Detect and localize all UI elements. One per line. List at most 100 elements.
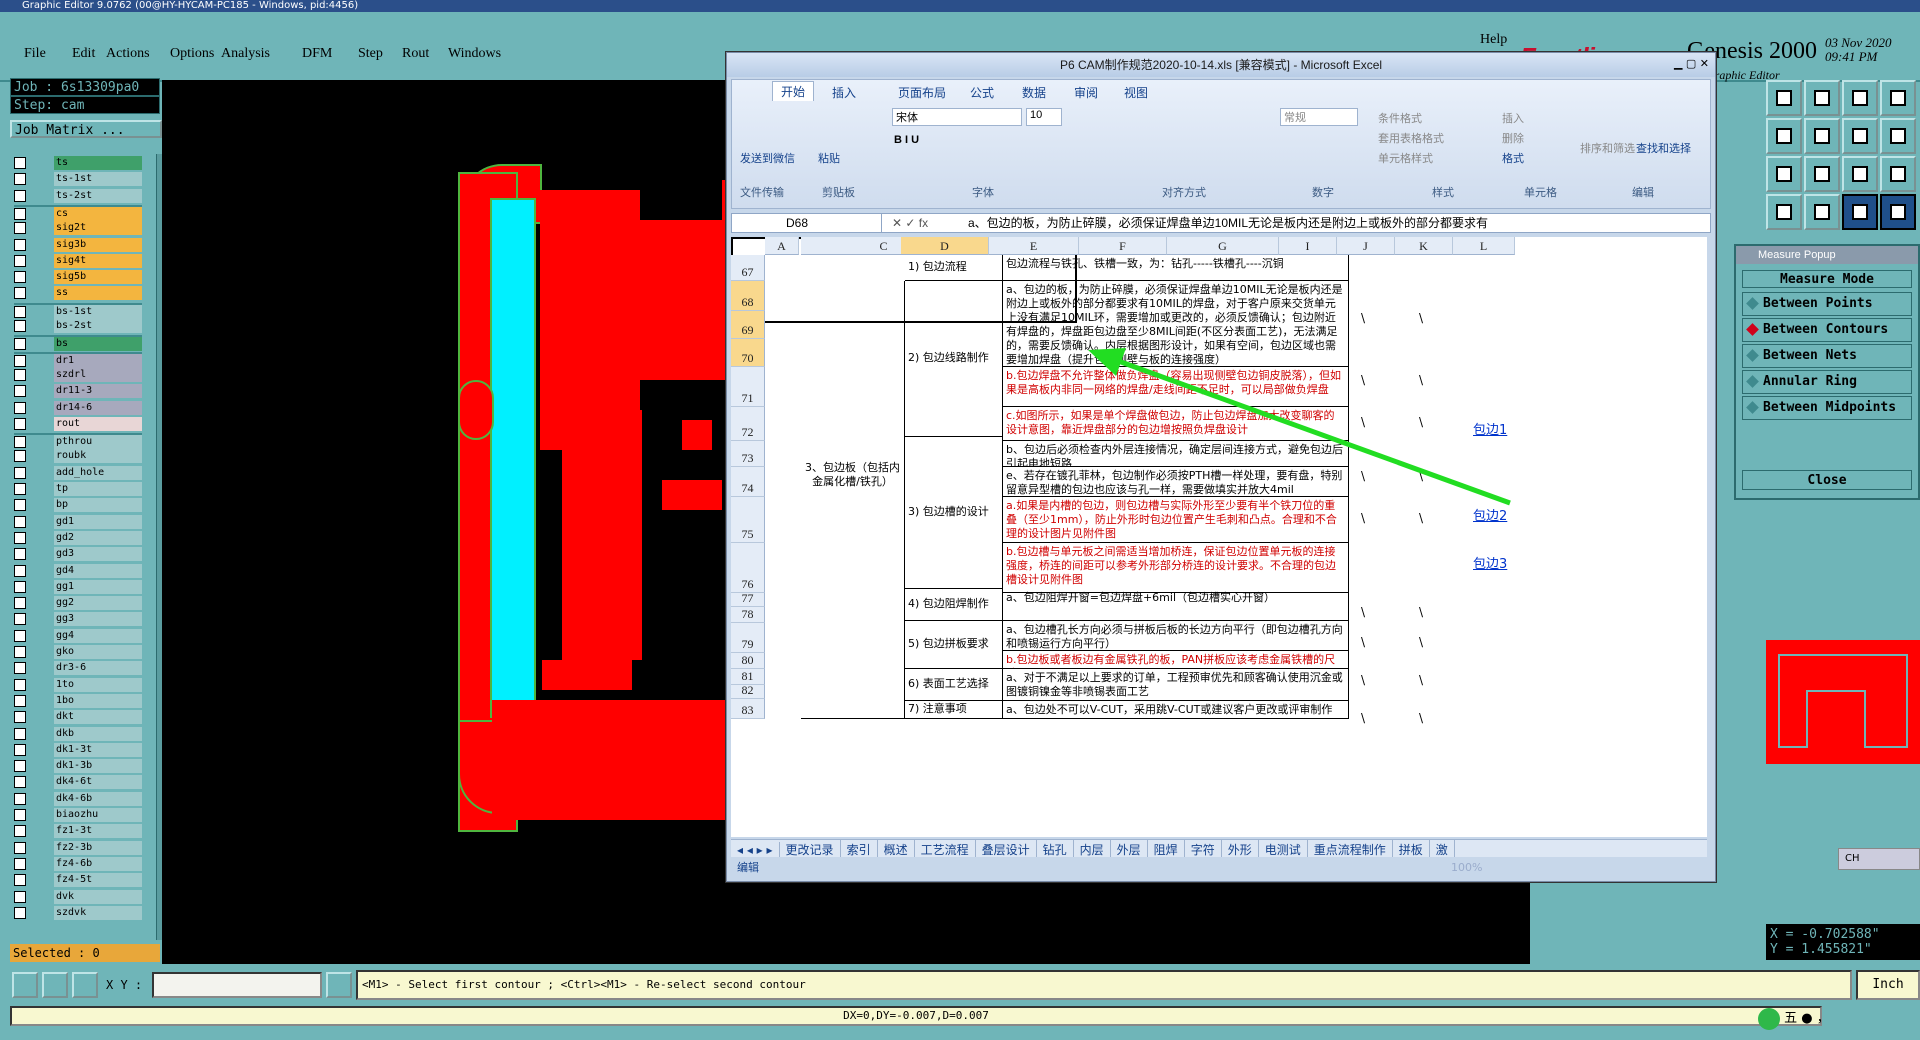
layer-checkbox[interactable] [14,189,26,202]
layer-row[interactable]: dr14-6 [14,400,142,415]
layer-row[interactable]: dr11-3 [14,384,142,399]
tool-2-3-icon[interactable] [1880,156,1916,192]
row-header[interactable]: 77 [731,592,765,607]
insert-button[interactable]: 插入 [1502,110,1524,126]
layer-checkbox[interactable] [14,727,26,740]
layer-checkbox[interactable] [14,629,26,642]
column-header-D[interactable]: D [901,237,989,255]
layer-checkbox[interactable] [14,401,26,414]
layer-checkbox[interactable] [14,466,26,479]
sheet-tab[interactable]: 电测试 [1259,840,1308,857]
content-cell[interactable]: a、包边的板，为防止碎膜，必须保证焊盘单边10MIL无论是板内还是附边上或板外的… [1003,281,1349,367]
section-label[interactable]: 4) 包边阻焊制作 [905,589,1003,621]
mini-map[interactable] [1766,640,1920,764]
layer-row[interactable]: ts-1st [14,172,142,187]
layer-checkbox[interactable] [14,809,26,821]
menu-windows[interactable]: Windows [448,46,501,62]
tool-3-2-icon[interactable] [1842,194,1878,230]
layer-row[interactable]: gg1 [14,579,142,594]
layer-row[interactable]: dr1 [14,351,142,368]
layer-checkbox[interactable] [14,694,26,707]
layer-checkbox[interactable] [14,776,26,789]
sheet-tab[interactable]: 内层 [1074,840,1111,857]
measure-option[interactable]: Between Nets [1742,344,1912,368]
tab-5[interactable]: 审阅 [1074,84,1098,101]
sheet-tab[interactable]: 更改记录 [780,840,841,857]
tray-app-icon[interactable] [1758,1007,1780,1030]
layer-row[interactable]: ts-2st [14,188,142,203]
layer-row[interactable]: tp [14,482,142,496]
column-header-J[interactable]: J [1337,237,1395,255]
tab-3[interactable]: 公式 [970,84,994,101]
layer-row[interactable]: dvk [14,889,142,904]
layer-row[interactable]: 1bo [14,693,142,708]
layer-checkbox[interactable] [14,207,26,220]
row-header[interactable]: 70 [731,339,765,367]
table-format-button[interactable]: 套用表格格式 [1378,130,1444,146]
spreadsheet-grid[interactable]: ABCDEFGIJKL67686970717273747576777879808… [731,237,1707,837]
layer-row[interactable]: dkb [14,726,142,741]
layer-row[interactable]: gd3 [14,547,142,562]
row-header[interactable]: 71 [731,367,765,407]
layer-row[interactable]: ss [14,286,142,301]
help-menu[interactable]: Help [1480,32,1507,48]
content-cell[interactable]: b.包边板或者板边有金属铁孔的板，PAN拼板应该考虑金属铁槽的尺寸 [1003,651,1349,669]
sort-filter-button[interactable]: 排序和筛选 [1580,140,1635,156]
layer-checkbox[interactable] [14,580,26,593]
tool-3-0-icon[interactable] [1766,194,1802,230]
sheet-tab[interactable]: 叠层设计 [976,840,1037,857]
close-button[interactable]: Close [1742,470,1912,490]
layer-row[interactable]: fz4-5t [14,873,142,888]
layer-row[interactable]: bs-1st [14,302,142,319]
bold-button[interactable]: B I U [894,134,919,146]
tool-2-1-icon[interactable] [1804,156,1840,192]
sheet-nav[interactable]: ◂ ◂ ▸ ▸ [731,842,780,857]
hyperlink-2[interactable]: 包边2 [1473,505,1507,524]
layer-checkbox[interactable] [14,368,26,381]
paste-button[interactable]: 粘贴 [818,150,840,166]
column-header-F[interactable]: F [1079,237,1167,255]
layer-checkbox[interactable] [14,254,26,267]
row-header[interactable]: 79 [731,623,765,653]
layer-checkbox[interactable] [14,743,26,756]
fx-icon[interactable]: ✕ ✓ fx [892,214,952,232]
delete-button[interactable]: 删除 [1502,130,1524,146]
hyperlink-3[interactable]: 包边3 [1473,553,1507,572]
content-cell[interactable]: b.包边槽与单元板之间需适当增加桥连，保证包边位置单元板的连接强度，桥连的间距可… [1003,543,1349,593]
tool-2-0-icon[interactable] [1766,156,1802,192]
layer-checkbox[interactable] [14,515,26,528]
column-header-A[interactable]: A [765,237,799,255]
font-size-select[interactable]: 10 [1026,108,1062,126]
layer-checkbox[interactable] [14,792,26,805]
layer-checkbox[interactable] [14,222,26,235]
cell-style-button[interactable]: 单元格样式 [1378,150,1433,166]
tool-3-3-icon[interactable] [1880,194,1916,230]
measure-option[interactable]: Between Points [1742,292,1912,316]
layer-row[interactable]: sig2t [14,221,142,236]
row-header[interactable]: 82 [731,684,765,699]
layer-row[interactable]: rout [14,416,142,431]
column-header-K[interactable]: K [1395,237,1453,255]
content-cell[interactable]: a、对于不满足以上要求的订单，工程预审优先和顾客确认使用沉金或图镀铜镍金等非喷锡… [1003,669,1349,701]
row-header[interactable]: 67 [731,255,765,281]
layer-checkbox[interactable] [14,890,26,903]
sheet-tab[interactable]: 概述 [878,840,915,857]
layer-row[interactable]: gko [14,645,142,659]
format-button[interactable]: 格式 [1502,150,1524,166]
content-cell[interactable]: a、包边阻焊开窗=包边焊盘+6mil（包边槽实心开窗） [1003,589,1349,621]
measure-option[interactable]: Annular Ring [1742,370,1912,394]
menu-rout[interactable]: Rout [402,46,429,62]
layer-row[interactable]: fz2-3b [14,840,142,855]
layer-row[interactable]: fz4-6b [14,856,142,871]
content-cell[interactable]: b.包边焊盘不允许整体做负焊盘（容易出现侧壁包边铜皮脱落），但如果是高板内非同一… [1003,367,1349,407]
row-header[interactable]: 69 [731,311,765,339]
section-label[interactable]: 6) 表面工艺选择 [905,669,1003,701]
layer-checkbox[interactable] [14,564,26,577]
layer-checkbox[interactable] [14,613,26,626]
section-label[interactable]: 5) 包边拼板要求 [905,621,1003,669]
measure-option[interactable]: Between Contours [1742,318,1912,342]
layer-row[interactable]: pthrou [14,433,142,450]
layer-checkbox[interactable] [14,678,26,691]
measure-icon[interactable] [42,972,68,998]
section-label[interactable]: 3) 包边槽的设计 [905,437,1003,589]
